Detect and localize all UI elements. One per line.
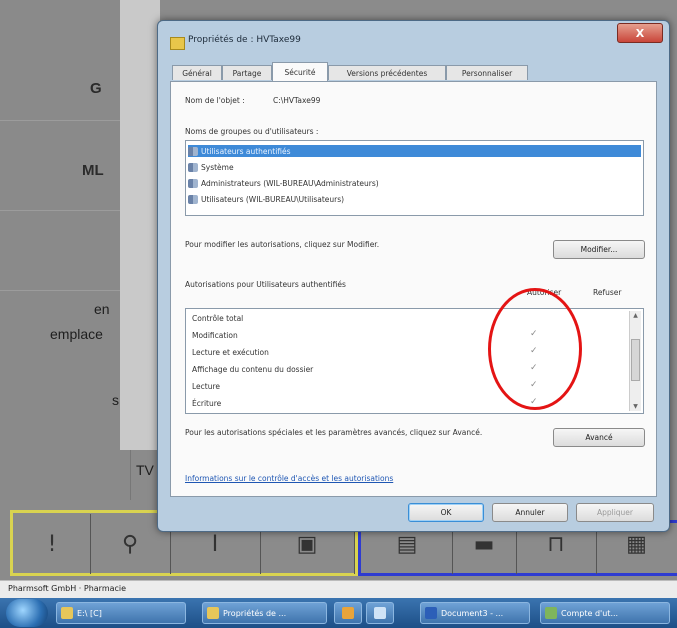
permission-name: Lecture et exécution <box>192 348 269 357</box>
background-row[interactable] <box>0 55 130 121</box>
highlight-circle <box>488 288 582 410</box>
taskbar-item-explorer[interactable]: E:\ [C] <box>56 602 186 624</box>
background-label-ml: ML <box>82 162 104 179</box>
object-name-value: C:\HVTaxe99 <box>273 96 321 105</box>
taskbar-item-label: Document3 - ... <box>441 608 504 618</box>
access-control-info-link[interactable]: Informations sur le contrôle d'accès et … <box>185 474 393 483</box>
app-icon <box>342 607 354 619</box>
folder-icon <box>170 37 185 50</box>
scroll-up-icon[interactable]: ▲ <box>631 311 640 320</box>
folder-icon <box>61 607 73 619</box>
list-item[interactable]: Utilisateurs authentifiés <box>188 145 641 157</box>
taskbar-item-properties[interactable]: Propriétés de ... <box>202 602 327 624</box>
list-item-label: Système <box>201 162 234 172</box>
cancel-button[interactable]: Annuler <box>492 503 568 522</box>
security-panel: Nom de l'objet : C:\HVTaxe99 Noms de gro… <box>170 81 657 497</box>
close-button[interactable]: X <box>617 23 663 43</box>
list-item[interactable]: Utilisateurs (WIL-BUREAU\Utilisateurs) <box>188 193 344 205</box>
list-item-label: Utilisateurs (WIL-BUREAU\Utilisateurs) <box>201 194 345 204</box>
background-label-emplace: emplace <box>50 326 103 342</box>
taskbar-item-document[interactable]: Document3 - ... <box>420 602 530 624</box>
users-icon <box>188 194 198 204</box>
users-icon <box>188 162 198 172</box>
modify-button[interactable]: Modifier... <box>553 240 645 259</box>
object-name-label: Nom de l'objet : <box>185 96 245 105</box>
properties-dialog: Propriétés de : HVTaxe99 X Général Parta… <box>157 20 670 532</box>
tab-general[interactable]: Général <box>172 65 222 80</box>
permissions-label: Autorisations pour Utilisateurs authenti… <box>185 280 346 289</box>
scroll-thumb[interactable] <box>631 339 640 381</box>
taskbar-item-label: Propriétés de ... <box>223 608 287 618</box>
list-item[interactable]: Système <box>188 161 234 173</box>
permission-name: Affichage du contenu du dossier <box>192 365 314 374</box>
status-text: Pharmsoft GmbH · Pharmacie <box>8 584 127 593</box>
background-window-strip <box>120 0 160 450</box>
tab-versions[interactable]: Versions précédentes <box>328 65 446 80</box>
users-icon <box>188 146 198 156</box>
list-item-label: Administrateurs (WIL-BUREAU\Administrate… <box>201 178 379 188</box>
groups-listbox[interactable]: Utilisateurs authentifiés Système Admini… <box>185 140 644 216</box>
permission-name: Lecture <box>192 382 221 391</box>
apply-button[interactable]: Appliquer <box>576 503 654 522</box>
taskbar-item-app[interactable] <box>334 602 362 624</box>
dialog-titlebar[interactable]: Propriétés de : HVTaxe99 X <box>158 21 669 55</box>
advanced-hint: Pour les autorisations spéciales et les … <box>185 428 483 437</box>
taskbar-item-label: E:\ [C] <box>77 608 102 618</box>
deny-header: Refuser <box>593 288 622 297</box>
permission-row: Écriture ✓ <box>190 397 630 411</box>
pen-icon <box>374 607 386 619</box>
tab-personnaliser[interactable]: Personnaliser <box>446 65 528 80</box>
background-left-panel <box>0 0 131 500</box>
permission-name: Modification <box>192 331 238 340</box>
folder-icon <box>207 607 219 619</box>
taskbar-item-accounts[interactable]: Compte d'ut... <box>540 602 670 624</box>
list-item[interactable]: Administrateurs (WIL-BUREAU\Administrate… <box>188 177 379 189</box>
tab-securite[interactable]: Sécurité <box>272 62 328 81</box>
background-label-s: s <box>112 392 119 408</box>
ok-button[interactable]: OK <box>408 503 484 522</box>
modify-hint: Pour modifier les autorisations, cliquez… <box>185 240 380 249</box>
status-bar: Pharmsoft GmbH · Pharmacie <box>0 580 677 599</box>
background-row[interactable] <box>0 120 130 211</box>
background-row[interactable] <box>0 210 130 291</box>
groups-label: Noms de groupes ou d'utilisateurs : <box>185 127 319 136</box>
taskbar-item-pen[interactable] <box>366 602 394 624</box>
permission-name: Écriture <box>192 399 222 408</box>
users-icon <box>545 607 557 619</box>
taskbar: E:\ [C] Propriétés de ... Document3 - ..… <box>0 598 677 628</box>
permissions-scrollbar[interactable]: ▲ ▼ <box>629 311 641 411</box>
background-label-g: G <box>90 80 102 97</box>
start-button[interactable] <box>6 599 48 627</box>
taskbar-item-label: Compte d'ut... <box>561 608 619 618</box>
users-icon <box>188 178 198 188</box>
list-item-label: Utilisateurs authentifiés <box>201 146 291 156</box>
background-label-tv: TV <box>136 462 154 478</box>
dialog-title: Propriétés de : HVTaxe99 <box>188 35 301 45</box>
scroll-down-icon[interactable]: ▼ <box>631 402 640 411</box>
permission-name: Contrôle total <box>192 314 244 323</box>
exclamation-icon[interactable]: ! <box>14 514 91 574</box>
tab-partage[interactable]: Partage <box>222 65 272 80</box>
background-label-en: en <box>94 301 110 317</box>
word-icon <box>425 607 437 619</box>
advanced-button[interactable]: Avancé <box>553 428 645 447</box>
